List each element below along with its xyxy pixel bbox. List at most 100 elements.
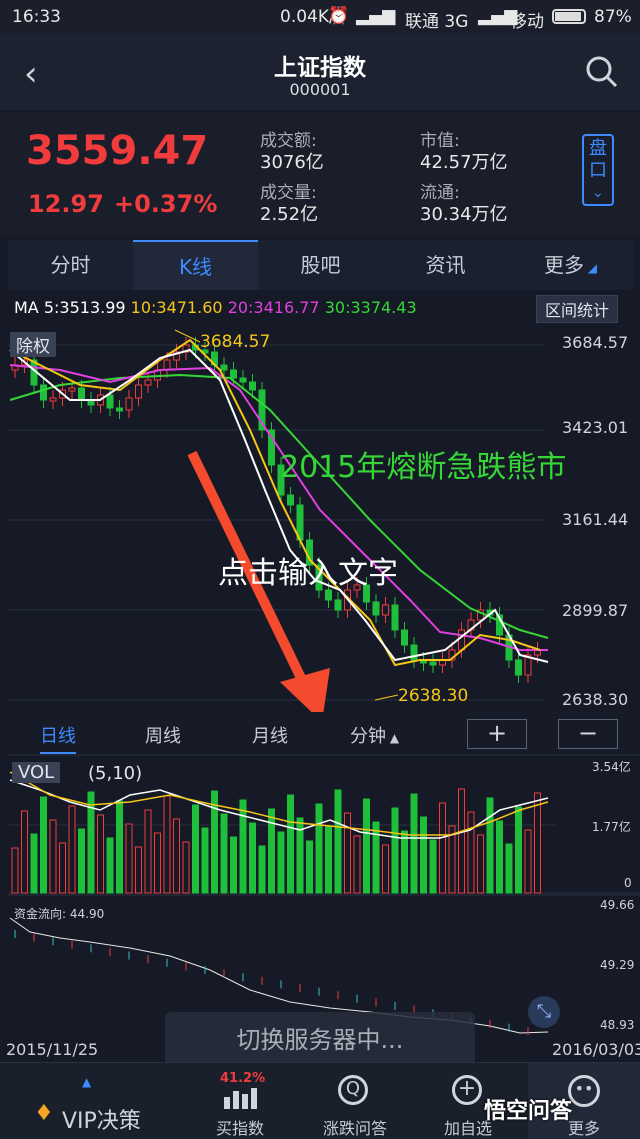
vol-indicator-button[interactable]: VOL (12, 762, 61, 783)
candle (239, 377, 247, 383)
kline-chart[interactable] (0, 290, 640, 1060)
expand-icon[interactable]: ⤡ (528, 996, 560, 1028)
float-value: 30.34万亿 (420, 204, 508, 225)
pankou-button[interactable]: 盘 口 ⌄ (582, 134, 614, 206)
annotation-input-text[interactable]: 点击输入文字 (218, 548, 398, 592)
search-icon[interactable] (584, 54, 620, 90)
tab-fenshi[interactable]: 分时 (8, 240, 133, 290)
current-price: 3559.47 (26, 128, 209, 174)
volume-value: 2.52亿 (260, 204, 319, 225)
price-grid (8, 344, 640, 894)
volume-bar (496, 820, 503, 894)
volume-bar (401, 830, 408, 894)
price-change-pct: +0.37% (114, 190, 218, 218)
volume-bar (458, 788, 465, 894)
volume-bar (21, 810, 28, 894)
candle (230, 369, 237, 379)
status-time: 16:33 (12, 7, 61, 27)
plus-icon: + (452, 1075, 482, 1105)
volume-bar (344, 812, 351, 894)
high-marker (174, 329, 201, 343)
turnover-value: 3076亿 (260, 152, 324, 173)
tab-more-label: 更多 (543, 253, 584, 277)
volume-bar (249, 822, 256, 894)
price-axis-2: 3423.01 (562, 418, 629, 437)
period-weekly[interactable]: 周线 (145, 722, 181, 748)
candle (106, 394, 114, 409)
volume-bar (315, 803, 323, 894)
volume-bar (201, 827, 209, 894)
fund-flow-label: 资金流向: 44.90 (14, 907, 105, 921)
quote-panel: 3559.47 12.97 +0.37% 成交额: 3076亿 成交量: 2.5… (0, 112, 640, 236)
period-minute-label: 分钟 (350, 726, 386, 747)
volume-bar (68, 805, 76, 894)
low-marker (374, 694, 399, 701)
candle (372, 601, 380, 616)
volume-bar (325, 826, 332, 894)
chevron-down-icon: ⌄ (592, 185, 604, 201)
flow-axis-mid: 49.29 (600, 958, 635, 972)
candle (382, 604, 389, 616)
volume-bar (287, 794, 294, 894)
status-carrier1: 联通 3G (405, 12, 469, 32)
candle (287, 494, 294, 506)
volume-bar (334, 789, 342, 894)
diamond-icon: ♦ (34, 1101, 54, 1126)
pankou-char-2: 口 (589, 160, 607, 181)
qa-button[interactable]: Q 涨跌问答 (305, 1063, 405, 1139)
period-monthly[interactable]: 月线 (252, 722, 288, 748)
volume-bar (363, 798, 370, 894)
bar-chart-icon (224, 1088, 257, 1109)
volume-bar (429, 839, 437, 894)
ma-lines (9, 338, 549, 667)
tab-kline[interactable]: K线 (133, 240, 258, 290)
period-minute[interactable]: 分钟 ▲ (350, 722, 399, 748)
chuquan-button[interactable]: 除权 (10, 332, 56, 357)
volume-bar (49, 819, 57, 894)
candle (515, 659, 522, 676)
candle (49, 397, 57, 402)
volume-bar (106, 837, 114, 894)
volume-bar (524, 829, 532, 894)
tab-bar: 分时 K线 股吧 资讯 更多 ◢ (8, 240, 634, 290)
buy-index-button[interactable]: 41.2% 买指数 (190, 1063, 290, 1139)
volume-bar (173, 818, 180, 894)
candle (220, 364, 228, 371)
volume-bar (515, 806, 522, 894)
volume-bar (182, 841, 190, 894)
volume-bar (439, 802, 446, 894)
volume-bar (477, 834, 484, 894)
tab-guba[interactable]: 股吧 (258, 240, 383, 290)
server-switch-toast: 切换服务器中... (165, 1012, 475, 1068)
battery-icon (552, 9, 586, 24)
tab-zixun[interactable]: 资讯 (383, 240, 508, 290)
date-start: 2015/11/25 (6, 1040, 99, 1059)
volume-bar (116, 800, 123, 894)
zoom-in-button[interactable]: + (467, 719, 527, 749)
vip-decision-button[interactable]: ▲ ♦ VIP决策 (0, 1063, 175, 1139)
price-axis-1: 3684.57 (562, 333, 629, 352)
vol-params: (5,10) (88, 763, 143, 784)
tab-more[interactable]: 更多 ◢ (508, 240, 633, 290)
triangle-icon: ◢ (583, 261, 598, 275)
candle (391, 604, 399, 631)
flow-axis-max: 49.66 (600, 898, 635, 912)
buy-index-label: 买指数 (215, 1119, 264, 1138)
vol-axis-zero: 0 (624, 876, 632, 890)
alarm-icon: ⏰ (328, 6, 350, 26)
volume-bar (97, 814, 104, 894)
candle (429, 661, 437, 666)
volume-bar (144, 809, 152, 894)
period-daily[interactable]: 日线 (40, 722, 76, 754)
volume-bar (230, 836, 237, 894)
candle (78, 387, 85, 401)
candle (410, 644, 418, 661)
candle (334, 599, 342, 611)
question-icon: Q (338, 1075, 368, 1105)
buy-index-badge: 41.2% (220, 1071, 266, 1086)
status-carrier2: 移动 (510, 12, 544, 32)
zoom-out-button[interactable]: − (558, 719, 618, 749)
vol-axis-max: 3.54亿 (592, 760, 631, 774)
vol-axis-mid: 1.77亿 (592, 820, 631, 834)
triangle-up-icon: ▲ (386, 731, 400, 745)
